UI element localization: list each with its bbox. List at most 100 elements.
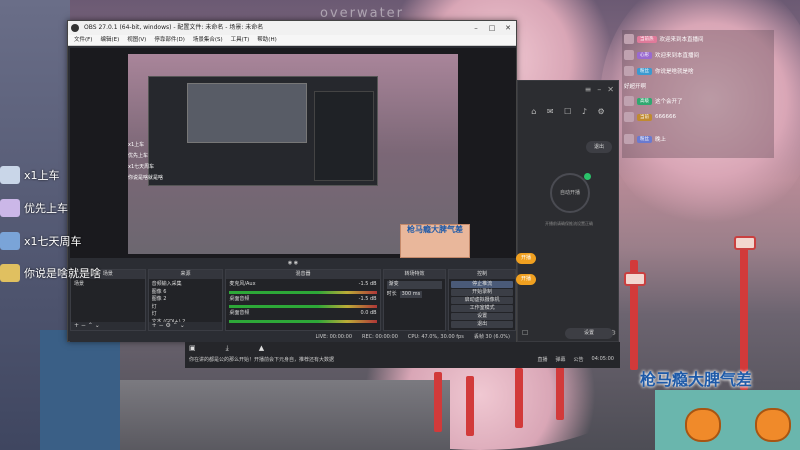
mixer-dock: 混音器 麦克风/Aux -1.5 dB 桌面音频 -1.5 dB 桌面音频 0.0 d… [225, 269, 381, 331]
live-icon[interactable]: ▣ [189, 344, 196, 353]
chat-badge: 当前热 [637, 35, 657, 43]
preview-sign-text: 枪马瘾大脾气差 [407, 225, 463, 234]
chat-overlay: 当前热 欢迎来到本直播间 心形 欢迎来到本直播间 粉丝 你说是啥就是啥 好超开啊 高级… [622, 30, 774, 158]
live-time: LIVE: 00:00:00 [315, 334, 353, 340]
start-live-pill[interactable]: 开播 [516, 253, 536, 264]
obs-preview[interactable]: x1上车 优先上车 x1七天周车 你说是啥就是啥 枪马瘾大脾气差 [70, 48, 516, 258]
menu-view[interactable]: 视图(V) [124, 35, 149, 45]
stop-streaming-button[interactable]: 停止推流 [451, 281, 514, 288]
live-companion-window[interactable]: ≡ – ✕ ⌂ ✉ ☐ ♪ ⚙ 退出 自动开播 开播前请确保推流设置正确 开播 … [516, 80, 619, 342]
menu-icon[interactable]: ≡ [585, 85, 592, 99]
start-recording-button[interactable]: 开始录制 [451, 289, 514, 296]
avatar [624, 134, 634, 144]
minimize-icon[interactable]: – [597, 85, 601, 99]
volume-meter[interactable] [229, 305, 377, 308]
transition-select[interactable]: 渐变 [386, 281, 443, 289]
preview-danmaku: x1上车 优先上车 x1七天周车 你说是啥就是啥 [128, 140, 163, 184]
upload-icon[interactable]: ▲ [259, 344, 264, 353]
chat-text: 好超开啊 [624, 84, 647, 90]
sources-dock: 来源 音频输入采集 图像 6 图像 2 灯 灯 文本 (GDI+) 2 + − … [147, 269, 224, 331]
menu-docks[interactable]: 停靠部件(D) [151, 35, 188, 45]
controls-dock: 控制 停止推流 开始录制 启动虚拟摄像机 工作室模式 设置 退出 [448, 269, 516, 331]
mixer-level: 0.0 dB [360, 310, 377, 316]
menu-scene-collection[interactable]: 场景集合(S) [190, 35, 226, 45]
chat-icon[interactable]: ☐ [522, 329, 528, 338]
maximize-icon[interactable]: □ [484, 21, 500, 35]
lantern [515, 368, 523, 428]
rec-time: REC: 00:00:00 [362, 334, 398, 340]
minimize-icon[interactable]: – [468, 21, 484, 35]
mixer-channel: 桌面音频 [229, 310, 250, 316]
app-toolbar: ⌂ ✉ ☐ ♪ ⚙ [518, 99, 618, 121]
avatar [624, 66, 634, 76]
scene-item[interactable]: 场景 [74, 281, 142, 289]
virtual-camera-button[interactable]: 启动虚拟摄像机 [451, 297, 514, 304]
obs-title: OBS 27.0.1 (64-bit, windows) - 配置文件: 未命名… [84, 24, 264, 31]
message-icon[interactable]: ☐ [564, 107, 571, 121]
mixer-channel: 麦克风/Aux [229, 281, 256, 287]
menu-tools[interactable]: 工具(T) [228, 35, 253, 45]
cpu-stat: CPU: 47.0%, 30.00 fps [407, 334, 464, 340]
preview-danmaku-line: x1七天周车 [128, 164, 155, 170]
danmaku-item: x1上车 [0, 166, 60, 184]
settings-button[interactable]: 设置 [451, 313, 514, 320]
sources-toolbar[interactable]: + − ⚙ ⌃ ⌄ [148, 322, 223, 330]
close-icon[interactable]: ✕ [607, 85, 614, 99]
gear-icon[interactable]: ⚙ [598, 107, 605, 121]
danmaku-icon [0, 232, 20, 250]
volume-meter[interactable] [229, 319, 377, 323]
chat-text: 晚上 [655, 137, 667, 143]
bottom-link[interactable]: 直播 [537, 356, 547, 363]
nested-app-capture [314, 91, 374, 181]
lantern [624, 272, 646, 286]
chat-text: 你说是啥就是啥 [655, 69, 694, 75]
studio-mode-button[interactable]: 工作室模式 [451, 305, 514, 312]
dropped-frames: 丢帧 30 (6.0%) [473, 334, 510, 340]
app-hint: 开播前请确保推流设置正确 [545, 221, 593, 226]
source-item[interactable]: 图像 6 [152, 289, 220, 297]
shop-icon[interactable]: ⌂ [531, 107, 536, 121]
source-item[interactable]: 图像 2 [152, 296, 220, 304]
danmaku-item: 你说是啥就是啥 [0, 264, 101, 282]
duration-input[interactable]: 300 ms [399, 290, 423, 298]
close-icon[interactable]: ✕ [500, 21, 516, 35]
preview-danmaku-line: 优先上车 [128, 153, 149, 159]
obs-titlebar[interactable]: OBS 27.0.1 (64-bit, windows) - 配置文件: 未命名… [68, 21, 516, 35]
source-item[interactable]: 灯 [152, 304, 220, 312]
source-item[interactable]: 灯 [152, 311, 220, 319]
mixer-level: -1.5 dB [358, 281, 377, 287]
live-bottom-bar: ▣ ⤓ ▲ 你在讲的都是公的那么开始！开播前会下元身自，推荐还有大数据 直播 弹… [185, 342, 620, 368]
exit-button[interactable]: 退出 [451, 321, 514, 328]
menu-edit[interactable]: 编辑(E) [97, 35, 122, 45]
chat-text: 这个会开了 [655, 99, 683, 105]
danmaku-item: x1七天周车 [0, 232, 82, 250]
bottom-link[interactable]: 公告 [574, 356, 584, 363]
menu-file[interactable]: 文件(F) [71, 35, 95, 45]
source-item[interactable]: 音频输入采集 [152, 281, 220, 289]
danmaku-icon [0, 264, 20, 282]
danmaku-text: x1七天周车 [24, 235, 82, 248]
auto-live-ring[interactable]: 自动开播 [550, 173, 590, 213]
lantern [556, 360, 564, 420]
app-exit-button[interactable]: 退出 [586, 141, 612, 153]
download-icon[interactable]: ⤓ [226, 344, 229, 353]
volume-meter[interactable] [229, 290, 377, 294]
menu-help[interactable]: 帮助(H) [254, 35, 279, 45]
bell-icon[interactable]: ♪ [582, 107, 587, 121]
scenes-toolbar[interactable]: + − ⌃ ⌄ [71, 322, 145, 330]
bottom-link[interactable]: 弹幕 [556, 356, 566, 363]
obs-window[interactable]: OBS 27.0.1 (64-bit, windows) - 配置文件: 未命名… [67, 20, 517, 342]
gift-icon[interactable]: ✉ [547, 107, 554, 121]
obs-statusbar: LIVE: 00:00:00 REC: 00:00:00 CPU: 47.0%,… [70, 332, 516, 342]
chat-badge: 当前 [637, 113, 652, 121]
danmaku-icon [0, 166, 20, 184]
watermark: overwater [320, 6, 405, 21]
app-settings-button[interactable]: 设置 [565, 328, 613, 339]
sign-board [655, 390, 800, 450]
mixer-level: -1.5 dB [358, 295, 377, 302]
transitions-dock: 转场特效 渐变 时长 300 ms [382, 269, 447, 331]
sources-dock-title: 来源 [148, 270, 223, 279]
chat-message: 心形 欢迎来到本直播间 [624, 50, 699, 60]
avatar [624, 34, 634, 44]
start-live-pill[interactable]: 开播 [516, 274, 536, 285]
